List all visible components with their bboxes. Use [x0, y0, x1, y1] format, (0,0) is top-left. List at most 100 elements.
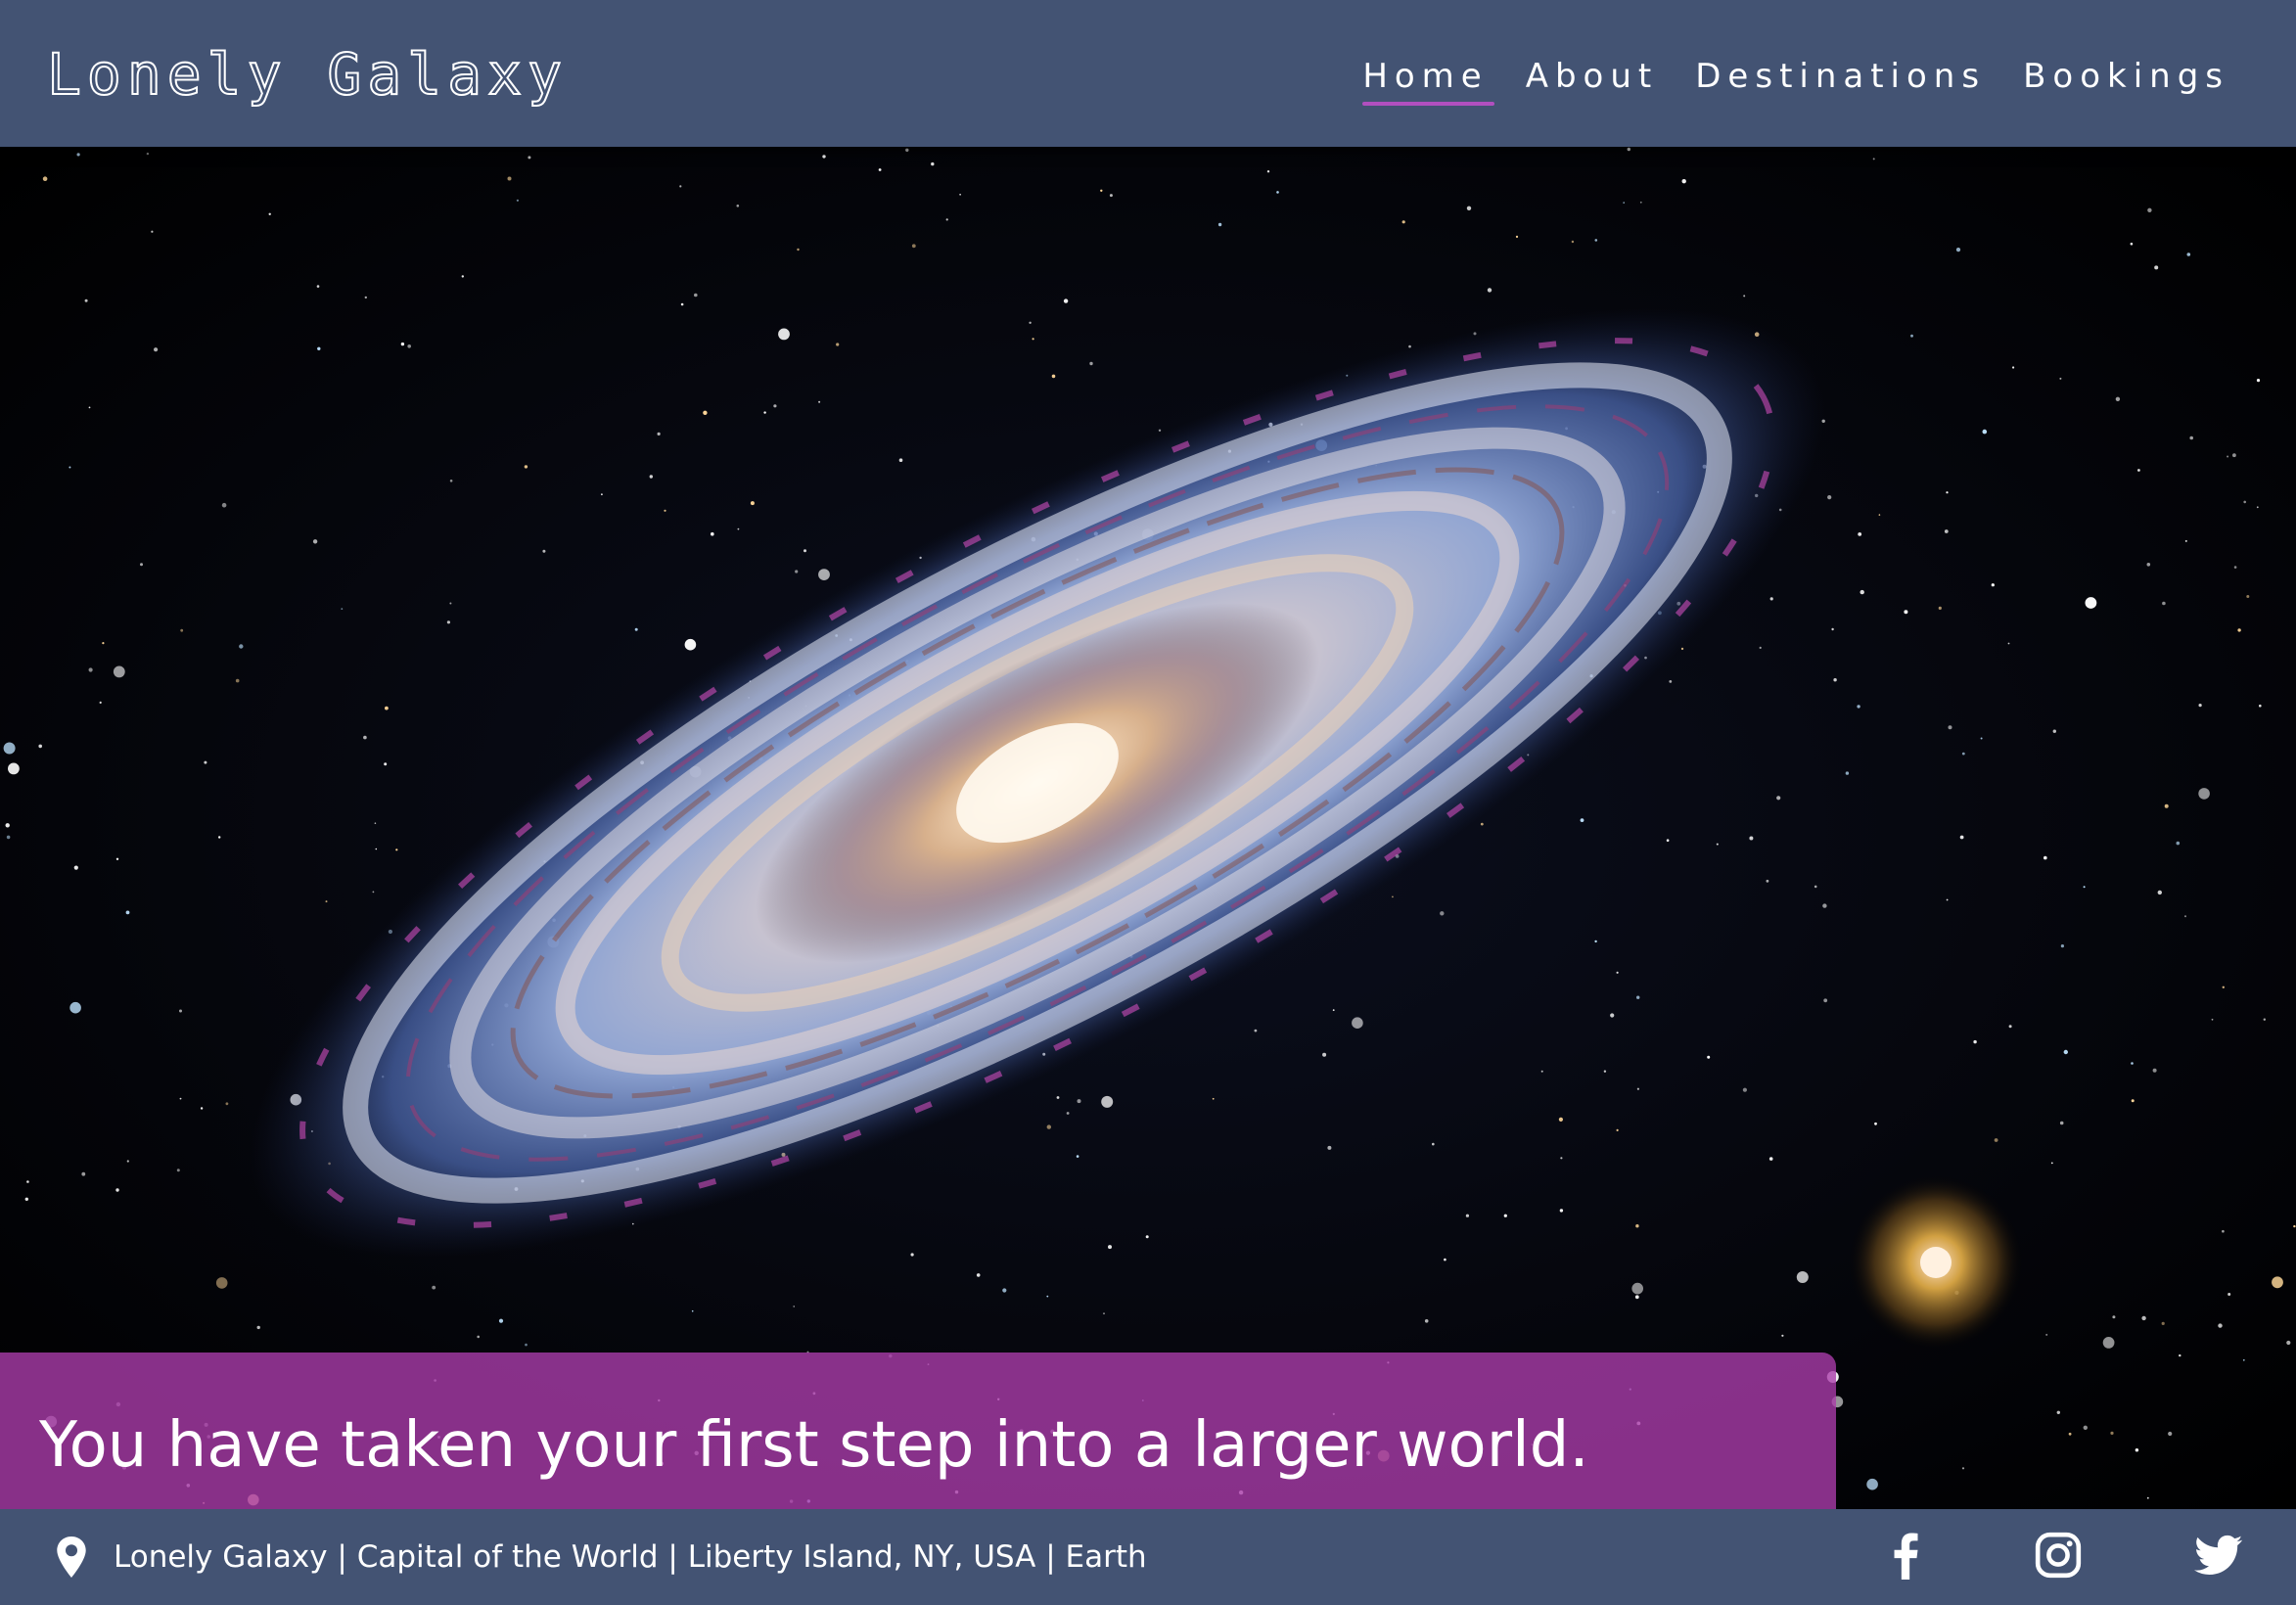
- star: [524, 465, 528, 469]
- star: [1955, 248, 1961, 252]
- star: [2007, 642, 2010, 645]
- star: [2259, 704, 2262, 708]
- star: [1814, 885, 1817, 889]
- star: [179, 1009, 182, 1013]
- star: [1707, 1055, 1711, 1059]
- star: [24, 1197, 28, 1202]
- star: [5, 823, 10, 828]
- nav-item-destinations[interactable]: Destinations: [1695, 55, 1986, 104]
- star: [256, 1325, 260, 1330]
- star: [601, 493, 603, 496]
- star: [878, 168, 882, 171]
- star: [2085, 597, 2097, 609]
- star: [1332, 1009, 1335, 1011]
- star: [73, 865, 78, 870]
- star: [737, 527, 740, 530]
- star: [1716, 843, 1719, 846]
- star: [1959, 835, 1964, 840]
- star: [312, 539, 318, 544]
- star: [1616, 971, 1619, 974]
- star: [384, 762, 388, 766]
- facebook-icon[interactable]: [1881, 1531, 1930, 1580]
- star: [1571, 240, 1575, 244]
- star: [2161, 1321, 2165, 1325]
- star: [1108, 1245, 1112, 1250]
- star: [1623, 202, 1625, 204]
- star: [1961, 1467, 1965, 1470]
- star: [1946, 491, 1949, 494]
- star: [959, 194, 961, 196]
- star: [507, 176, 512, 181]
- star: [2045, 1333, 2048, 1336]
- nav-item-about[interactable]: About: [1526, 55, 1659, 104]
- star: [1424, 1319, 1429, 1323]
- star: [1946, 898, 1949, 901]
- star: [1540, 1070, 1543, 1073]
- star: [2135, 1448, 2139, 1452]
- star: [1866, 1478, 1878, 1490]
- star: [1982, 429, 1988, 435]
- star: [1466, 206, 1472, 210]
- star: [1635, 1224, 1639, 1228]
- main-nav: Home About Destinations Bookings: [1362, 55, 2229, 106]
- star: [2286, 1340, 2291, 1346]
- star: [1980, 737, 1983, 740]
- star: [1063, 298, 1069, 303]
- star: [341, 608, 344, 610]
- nav-item-bookings[interactable]: Bookings: [2023, 55, 2229, 104]
- star: [1594, 239, 1598, 242]
- star: [2102, 1337, 2115, 1349]
- star: [374, 822, 377, 824]
- star: [1994, 1138, 1998, 1142]
- star: [1327, 1145, 1332, 1150]
- star: [1109, 194, 1113, 198]
- star: [1603, 1070, 1607, 1073]
- star: [1465, 1214, 1469, 1217]
- star: [385, 706, 389, 711]
- star: [115, 857, 119, 860]
- star: [3, 742, 16, 755]
- star: [1796, 1271, 1809, 1283]
- star: [2186, 252, 2191, 256]
- star: [146, 152, 150, 156]
- star: [364, 296, 367, 299]
- star: [1266, 170, 1270, 173]
- star: [81, 1171, 86, 1176]
- site-footer: Lonely Galaxy | Capital of the World | L…: [0, 1509, 2296, 1605]
- star: [2060, 944, 2064, 948]
- star: [516, 199, 520, 202]
- star: [2256, 506, 2259, 509]
- nav-item-home[interactable]: Home: [1362, 55, 1495, 106]
- star: [1432, 1142, 1435, 1146]
- star: [2152, 1068, 2157, 1073]
- star: [634, 627, 638, 631]
- star: [2052, 729, 2056, 733]
- star: [773, 404, 777, 408]
- twitter-icon[interactable]: [2194, 1531, 2243, 1580]
- site-header: Lonely Galaxy Home About Destinations Bo…: [0, 0, 2296, 147]
- star: [2227, 455, 2229, 458]
- star: [822, 155, 826, 159]
- star: [1634, 1295, 1639, 1300]
- star: [1681, 179, 1686, 184]
- instagram-icon[interactable]: [2034, 1531, 2083, 1580]
- star: [657, 432, 661, 436]
- star: [76, 153, 80, 157]
- star: [1823, 998, 1828, 1003]
- star: [931, 161, 935, 166]
- star: [2211, 1018, 2214, 1021]
- star: [1029, 321, 1032, 324]
- star: [2184, 539, 2187, 542]
- star: [680, 302, 684, 306]
- star: [1580, 818, 1584, 822]
- star: [7, 762, 20, 775]
- map-pin-icon: [57, 1536, 86, 1578]
- star: [2198, 788, 2210, 800]
- star: [1145, 1235, 1149, 1239]
- star: [69, 1001, 81, 1014]
- star: [1636, 1087, 1639, 1090]
- star: [542, 549, 546, 553]
- star: [2059, 377, 2062, 380]
- star: [498, 1318, 504, 1323]
- site-logo[interactable]: Lonely Galaxy: [46, 39, 568, 110]
